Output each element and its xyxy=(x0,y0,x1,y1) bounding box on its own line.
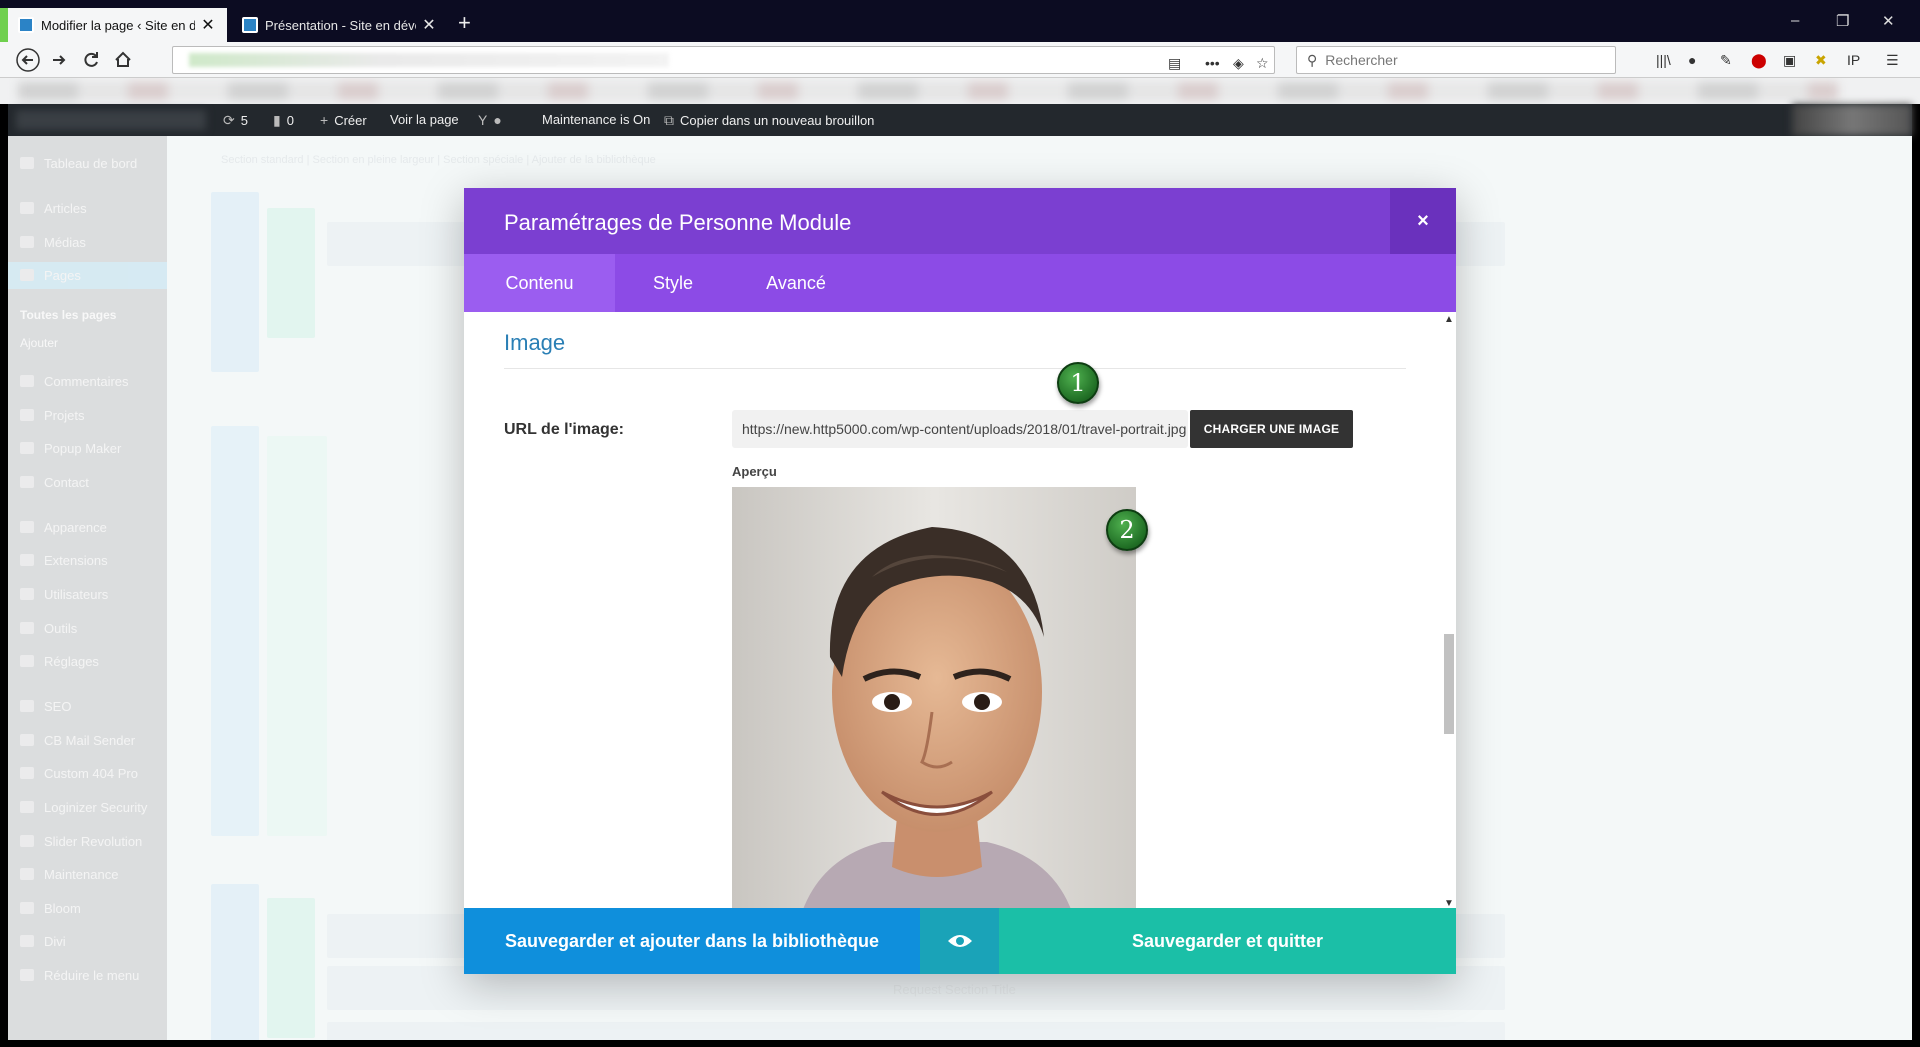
extension-x-icon[interactable]: ✖ xyxy=(1815,52,1827,69)
eyedropper-icon[interactable]: ✎ xyxy=(1720,52,1732,69)
plus-icon: + xyxy=(320,112,329,128)
tab-accent xyxy=(0,8,8,42)
copy-draft-item[interactable]: ⧉ Copier dans un nouveau brouillon xyxy=(664,112,874,129)
bookmarks-blurred xyxy=(18,82,1838,100)
modal-title: Paramétrages de Personne Module xyxy=(504,210,852,235)
modal-header: Paramétrages de Personne Module × xyxy=(464,188,1456,254)
search-placeholder: Rechercher xyxy=(1325,52,1398,68)
comments-count: 0 xyxy=(286,113,294,128)
portrait-photo xyxy=(732,487,1136,912)
tab-title: Présentation - Site en développ xyxy=(265,17,416,33)
comments-item[interactable]: ▮ 0 xyxy=(273,112,294,129)
copy-icon: ⧉ xyxy=(664,112,674,128)
image-url-label: URL de l'image: xyxy=(504,421,624,438)
yoast-icon: Y xyxy=(478,112,488,128)
site-favicon-icon xyxy=(242,17,258,33)
section-title-image[interactable]: Image xyxy=(504,330,565,356)
modal-footer: Sauvegarder et ajouter dans la bibliothè… xyxy=(464,908,1456,974)
browser-tab-presentation[interactable]: Présentation - Site en développ ✕ xyxy=(232,8,448,42)
preview-button[interactable] xyxy=(920,908,999,974)
browser-nav-bar: ▤ ••• ◈ ☆ ⚲ Rechercher |||\ ● ✎ ⬤ ▣ ✖ IP… xyxy=(0,42,1920,78)
bookmark-star-icon[interactable]: ☆ xyxy=(1256,55,1269,72)
menu-hamburger-icon[interactable]: ☰ xyxy=(1886,52,1899,69)
view-page-label: Voir la page xyxy=(390,112,459,127)
modal-tabs: Contenu Style Avancé xyxy=(464,254,1456,312)
create-item[interactable]: + Créer xyxy=(320,112,367,128)
scroll-up-icon[interactable]: ▲ xyxy=(1444,314,1454,325)
eye-icon xyxy=(947,935,972,947)
modal-scrollbar[interactable]: ▲ ▼ xyxy=(1442,312,1456,912)
url-text-blurred xyxy=(189,53,669,67)
save-and-quit-button[interactable]: Sauvegarder et quitter xyxy=(999,908,1456,974)
section-divider xyxy=(504,368,1406,369)
reload-icon[interactable] xyxy=(82,48,100,78)
annotation-badge-2: 2 xyxy=(1106,509,1148,551)
preview-label: Aperçu xyxy=(732,464,777,479)
tab-avance[interactable]: Avancé xyxy=(731,254,861,312)
search-input[interactable]: ⚲ Rechercher xyxy=(1296,46,1616,74)
image-preview xyxy=(732,487,1136,912)
browser-tab-bar: Modifier la page ‹ Site en dével ✕ Prése… xyxy=(0,0,1920,42)
page-actions-icon[interactable]: ••• xyxy=(1205,55,1220,71)
status-bar xyxy=(0,1040,1920,1047)
tab-close-icon[interactable]: ✕ xyxy=(420,15,438,35)
browser-tab-edit-page[interactable]: Modifier la page ‹ Site en dével ✕ xyxy=(8,8,227,42)
status-dot-icon: ● xyxy=(493,112,502,128)
modal-body: Image URL de l'image: https://new.http50… xyxy=(464,312,1456,912)
close-window-button[interactable]: ✕ xyxy=(1882,12,1895,30)
save-to-library-button[interactable]: Sauvegarder et ajouter dans la bibliothè… xyxy=(464,908,920,974)
upload-image-button[interactable]: CHARGER UNE IMAGE xyxy=(1190,410,1353,448)
home-icon[interactable] xyxy=(114,48,132,78)
tab-contenu[interactable]: Contenu xyxy=(464,254,615,312)
tab-style[interactable]: Style xyxy=(615,254,731,312)
copy-draft-label: Copier dans un nouveau brouillon xyxy=(680,113,875,128)
yoast-item[interactable]: Y ● xyxy=(478,112,508,128)
sidebar-icon[interactable]: ▣ xyxy=(1783,52,1796,69)
adblock-icon[interactable]: ⬤ xyxy=(1751,52,1767,69)
tab-title: Modifier la page ‹ Site en dével xyxy=(41,17,195,33)
site-name-blurred[interactable] xyxy=(16,110,206,130)
reader-view-icon[interactable]: ▤ xyxy=(1168,55,1181,72)
close-icon[interactable]: × xyxy=(1390,188,1456,254)
module-settings-modal: Paramétrages de Personne Module × Conten… xyxy=(464,188,1456,974)
bookmarks-bar xyxy=(0,78,1920,104)
extension-ip-icon[interactable]: IP xyxy=(1847,52,1860,68)
maintenance-label: Maintenance is On xyxy=(542,112,651,127)
extension-dark-icon[interactable]: ● xyxy=(1688,52,1696,68)
image-url-input[interactable]: https://new.http5000.com/wp-content/uplo… xyxy=(732,410,1188,448)
create-label: Créer xyxy=(334,112,367,128)
comment-icon: ▮ xyxy=(273,112,281,128)
annotation-badge-1: 1 xyxy=(1057,362,1099,404)
updates-item[interactable]: ⟳ 5 xyxy=(223,112,248,129)
new-tab-button[interactable]: + xyxy=(458,10,471,36)
address-bar[interactable]: ▤ ••• ◈ ☆ xyxy=(172,46,1275,74)
restore-button[interactable]: ❐ xyxy=(1836,12,1849,30)
library-icon[interactable]: |||\ xyxy=(1656,52,1671,68)
minimize-button[interactable]: – xyxy=(1791,12,1799,29)
search-icon: ⚲ xyxy=(1307,51,1318,68)
site-favicon-icon xyxy=(18,17,34,33)
forward-arrow-icon[interactable] xyxy=(50,48,68,78)
pocket-icon[interactable]: ◈ xyxy=(1233,55,1244,72)
account-blurred[interactable] xyxy=(1792,104,1912,136)
maintenance-item[interactable]: Maintenance is On xyxy=(542,112,650,127)
updates-count: 5 xyxy=(240,113,248,128)
wp-admin-bar: ⟳ 5 ▮ 0 + Créer Voir la page Y ● Mainten… xyxy=(8,104,1912,136)
tab-close-icon[interactable]: ✕ xyxy=(199,15,217,35)
back-arrow-icon[interactable] xyxy=(16,48,40,78)
refresh-icon: ⟳ xyxy=(223,112,235,128)
scroll-thumb[interactable] xyxy=(1444,634,1454,734)
view-page-item[interactable]: Voir la page xyxy=(390,112,459,127)
